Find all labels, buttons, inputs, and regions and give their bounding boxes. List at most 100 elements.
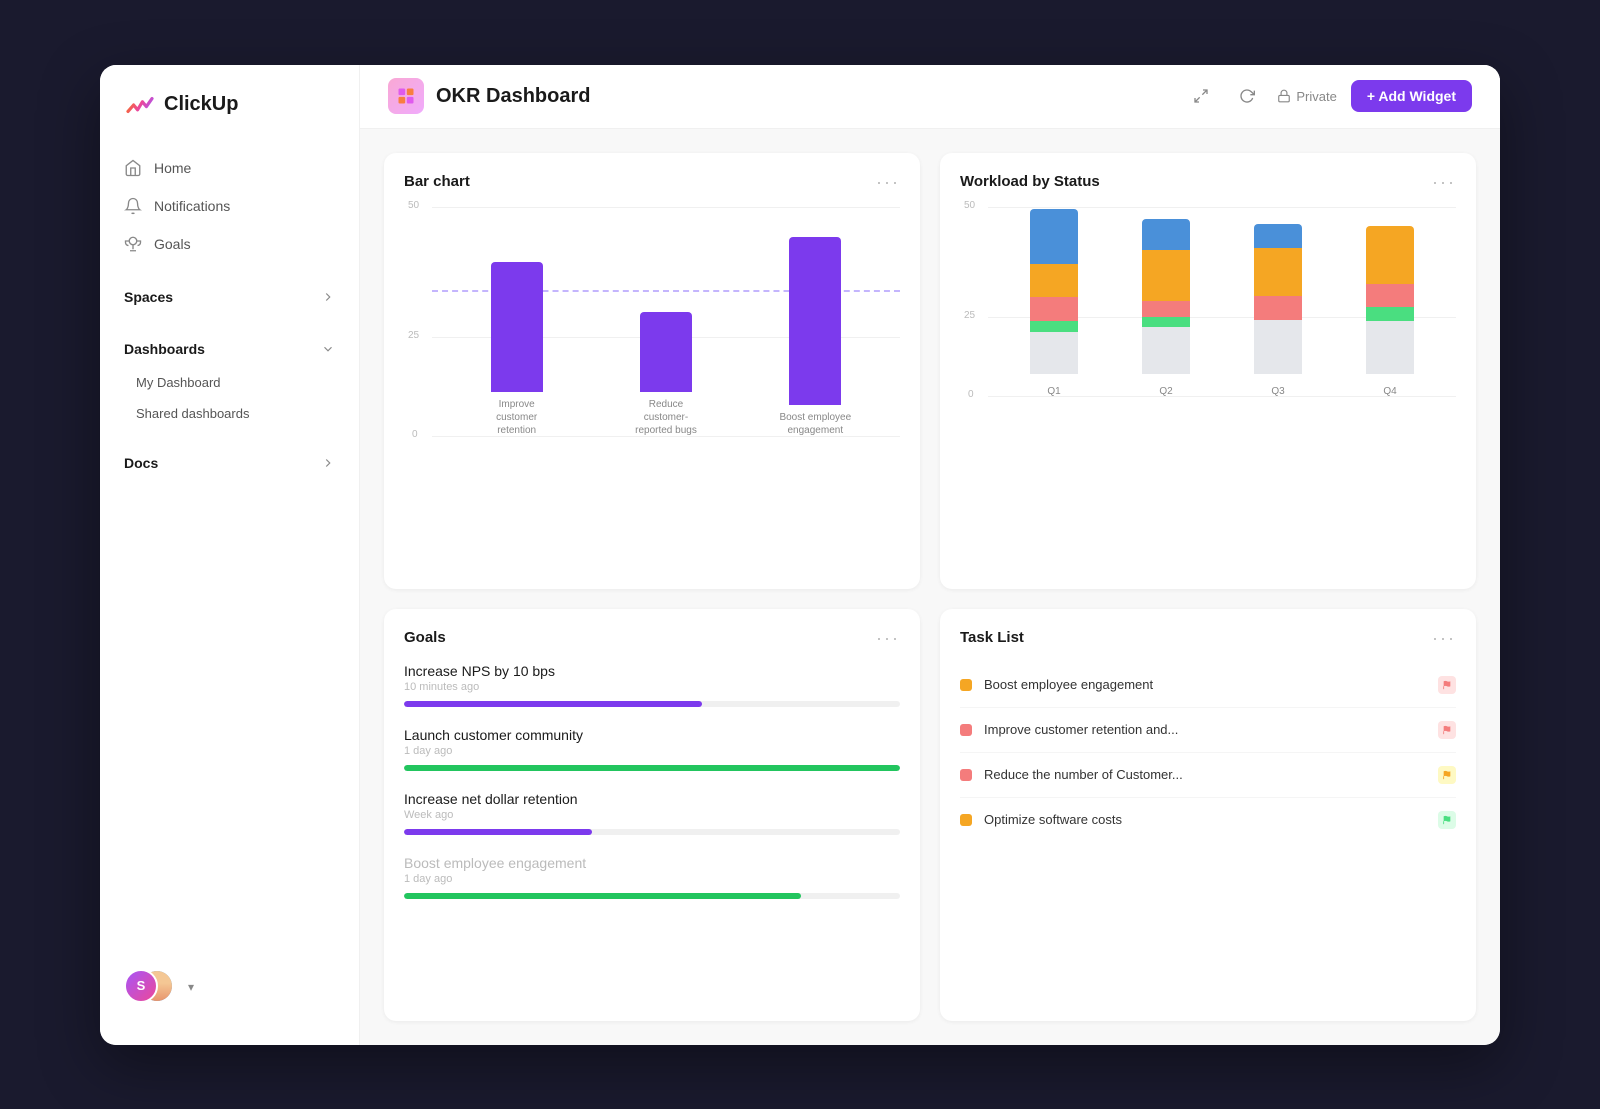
- task-list-title: Task List: [960, 629, 1024, 646]
- task-dot-1: [960, 724, 972, 736]
- main-content: OKR Dashboard Private + Add Widget: [360, 65, 1500, 1045]
- sidebar-item-my-dashboard[interactable]: My Dashboard: [100, 367, 359, 398]
- task-list-menu[interactable]: ···: [1432, 629, 1456, 647]
- stacked-bar-q4: Q4: [1366, 226, 1414, 397]
- chart-grid: 50 25 0: [404, 207, 900, 467]
- task-dot-2: [960, 769, 972, 781]
- goal-time-2: Week ago: [404, 809, 900, 821]
- docs-label: Docs: [124, 455, 158, 471]
- dashboards-chevron-down-icon: [321, 342, 335, 356]
- q2-yellow: [1142, 250, 1190, 302]
- goal-track-2: [404, 829, 900, 835]
- goal-item-3: Boost employee engagement 1 day ago: [404, 855, 900, 899]
- q4-bar: [1366, 226, 1414, 374]
- workload-chart-area: 50 25 0: [960, 207, 1456, 427]
- sidebar-item-shared-dashboards[interactable]: Shared dashboards: [100, 398, 359, 429]
- q4-pink: [1366, 284, 1414, 308]
- task-flag-1[interactable]: [1438, 721, 1456, 739]
- bar-group-1: Reduce customer-reported bugs: [626, 312, 706, 437]
- task-name-0: Boost employee engagement: [984, 677, 1426, 692]
- bar-2: [789, 237, 841, 405]
- home-label: Home: [154, 160, 191, 176]
- spaces-section-header[interactable]: Spaces: [100, 279, 359, 315]
- bar-group-2: Boost employee engagement: [775, 237, 855, 437]
- task-name-1: Improve customer retention and...: [984, 722, 1426, 737]
- w-y-label-0: 0: [968, 389, 974, 400]
- q2-blue: [1142, 219, 1190, 250]
- bar-group-0: Improve customer retention: [477, 262, 557, 437]
- task-dot-0: [960, 679, 972, 691]
- goals-list: Increase NPS by 10 bps 10 minutes ago La…: [404, 663, 900, 899]
- bar-chart-widget: Bar chart ··· 50 25: [384, 153, 920, 589]
- sidebar-item-home[interactable]: Home: [100, 149, 359, 187]
- goal-time-1: 1 day ago: [404, 745, 900, 757]
- task-name-3: Optimize software costs: [984, 812, 1426, 827]
- bar-1: [640, 312, 692, 392]
- goal-name-3: Boost employee engagement: [404, 855, 900, 871]
- workload-chart-header: Workload by Status ···: [960, 173, 1456, 191]
- bar-chart-title: Bar chart: [404, 173, 470, 190]
- goal-track-1: [404, 765, 900, 771]
- goal-item-1: Launch customer community 1 day ago: [404, 727, 900, 771]
- q3-blue: [1254, 224, 1302, 248]
- bar-chart-header: Bar chart ···: [404, 173, 900, 191]
- sidebar-item-goals[interactable]: Goals: [100, 225, 359, 263]
- bar-label-0: Improve customer retention: [477, 398, 557, 437]
- task-dot-3: [960, 814, 972, 826]
- q3-pink: [1254, 296, 1302, 320]
- w-y-label-25: 25: [964, 310, 975, 321]
- shared-dashboards-label: Shared dashboards: [136, 406, 249, 421]
- expand-icon: [1193, 88, 1209, 104]
- task-item-0: Boost employee engagement: [960, 663, 1456, 708]
- add-widget-button[interactable]: + Add Widget: [1351, 80, 1472, 112]
- workload-chart-widget: Workload by Status ··· 50 25 0: [940, 153, 1476, 589]
- flag-icon-1: [1442, 725, 1452, 735]
- q1-bar: [1030, 209, 1078, 374]
- bar-0: [491, 262, 543, 392]
- topbar-actions: Private + Add Widget: [1185, 80, 1472, 112]
- stacked-bar-q1: Q1: [1030, 209, 1078, 397]
- logo[interactable]: ClickUp: [100, 89, 359, 149]
- refresh-icon: [1239, 88, 1255, 104]
- expand-button[interactable]: [1185, 80, 1217, 112]
- q4-gray: [1366, 321, 1414, 374]
- goal-track-0: [404, 701, 900, 707]
- refresh-button[interactable]: [1231, 80, 1263, 112]
- y-label-50: 50: [408, 200, 419, 211]
- stacked-bar-q2: Q2: [1142, 219, 1190, 397]
- bar-chart-area: 50 25 0: [404, 207, 900, 467]
- spaces-chevron-right-icon: [321, 290, 335, 304]
- bar-label-2: Boost employee engagement: [775, 411, 855, 437]
- task-flag-3[interactable]: [1438, 811, 1456, 829]
- q4-label: Q4: [1383, 386, 1396, 397]
- task-list: Boost employee engagement Improve custom…: [960, 663, 1456, 842]
- sidebar-user-area[interactable]: S ▾: [100, 953, 359, 1021]
- q1-gray: [1030, 332, 1078, 373]
- task-name-2: Reduce the number of Customer...: [984, 767, 1426, 782]
- workload-menu[interactable]: ···: [1432, 173, 1456, 191]
- bar-label-1: Reduce customer-reported bugs: [626, 398, 706, 437]
- lock-icon: [1277, 89, 1291, 103]
- private-badge[interactable]: Private: [1277, 89, 1336, 104]
- trophy-icon: [124, 235, 142, 253]
- dashboards-section-header[interactable]: Dashboards: [100, 331, 359, 367]
- flag-icon-2: [1442, 770, 1452, 780]
- task-list-widget: Task List ··· Boost employee engagement: [940, 609, 1476, 1021]
- task-flag-0[interactable]: [1438, 676, 1456, 694]
- flag-icon-0: [1442, 680, 1452, 690]
- sidebar-item-notifications[interactable]: Notifications: [100, 187, 359, 225]
- q1-label: Q1: [1047, 386, 1060, 397]
- docs-section-header[interactable]: Docs: [100, 445, 359, 481]
- spaces-label: Spaces: [124, 289, 173, 305]
- goals-menu[interactable]: ···: [876, 629, 900, 647]
- clickup-logo-icon: [124, 89, 156, 121]
- task-item-3: Optimize software costs: [960, 798, 1456, 842]
- bar-chart-menu[interactable]: ···: [876, 173, 900, 191]
- goal-item-2: Increase net dollar retention Week ago: [404, 791, 900, 835]
- app-container: ClickUp Home Notifications Goals: [100, 65, 1500, 1045]
- private-label: Private: [1296, 89, 1336, 104]
- notifications-label: Notifications: [154, 198, 230, 214]
- task-flag-2[interactable]: [1438, 766, 1456, 784]
- user-chevron-icon: ▾: [188, 980, 194, 994]
- q3-gray: [1254, 320, 1302, 374]
